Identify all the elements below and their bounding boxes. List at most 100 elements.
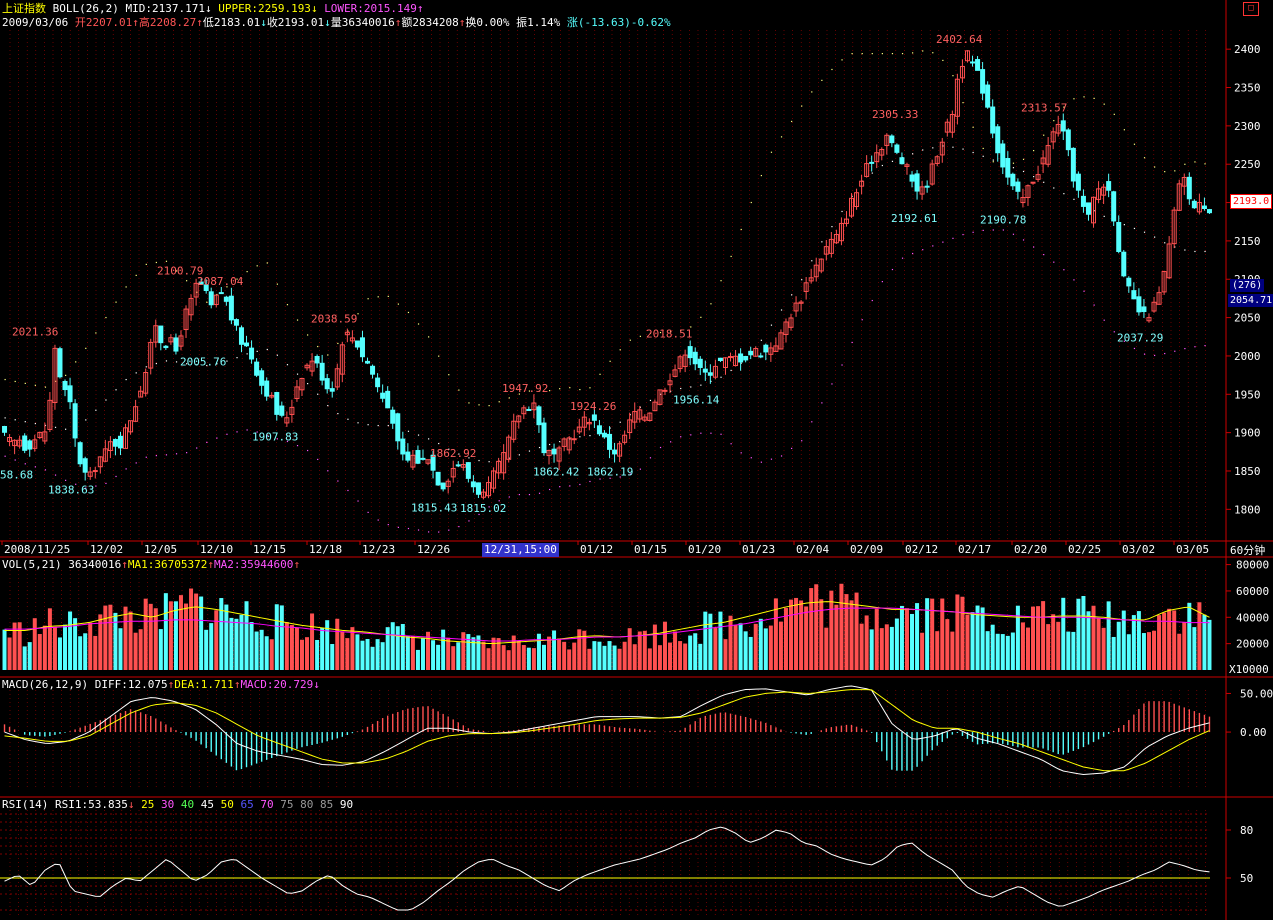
boll-lower-band-dot bbox=[428, 531, 430, 533]
volume-bar bbox=[153, 608, 158, 670]
boll-upper-band-dot bbox=[750, 201, 752, 204]
volume-bar bbox=[420, 637, 425, 670]
volume-bar bbox=[572, 642, 577, 670]
chart-canvas[interactable]: 1800185019001950200020502100215022002250… bbox=[0, 0, 1273, 920]
boll-mid-band-dot bbox=[700, 384, 702, 386]
price-annotation: 2021.36 bbox=[12, 326, 58, 339]
volume-bar bbox=[7, 637, 12, 670]
boll-mid-band-dot bbox=[105, 399, 107, 401]
volume-bar bbox=[1041, 601, 1046, 670]
time-tick-label: 02/12 bbox=[905, 543, 938, 556]
candle-down bbox=[980, 69, 986, 94]
volume-bar bbox=[844, 594, 849, 670]
boll-upper-band-dot bbox=[942, 59, 944, 62]
volume-bar bbox=[12, 622, 17, 670]
boll-upper-band-dot bbox=[901, 53, 904, 55]
price-annotation: 2192.61 bbox=[891, 212, 937, 225]
volume-bar bbox=[920, 632, 925, 670]
volume-bar bbox=[451, 646, 456, 670]
boll-mid-band-dot bbox=[357, 422, 359, 424]
volume-bar bbox=[526, 647, 531, 670]
boll-mid-band-dot bbox=[952, 146, 954, 148]
volume-bar bbox=[214, 610, 219, 670]
boll-lower-band-dot bbox=[387, 524, 389, 526]
boll-upper-band-dot bbox=[720, 280, 722, 282]
candle-down bbox=[717, 357, 723, 362]
volume-bar bbox=[143, 598, 148, 670]
boll-mid-band-dot bbox=[1143, 231, 1146, 233]
volume-bar bbox=[1076, 598, 1081, 670]
boll-upper-band-dot bbox=[508, 397, 510, 399]
boll-upper-band-dot bbox=[730, 255, 732, 258]
candle-down bbox=[758, 355, 764, 358]
time-tick-label: 12/02 bbox=[90, 543, 123, 556]
boll-upper-band-dot bbox=[1174, 170, 1176, 172]
boll-lower-band-dot bbox=[337, 480, 339, 482]
boll-upper-band-dot bbox=[1154, 166, 1156, 168]
price-annotation: 58.68 bbox=[0, 468, 33, 481]
rsi-line bbox=[4, 826, 1210, 911]
boll-upper-band-dot bbox=[438, 355, 440, 357]
rsi-level-25: 25 bbox=[134, 798, 155, 811]
volume-bar bbox=[894, 618, 899, 670]
time-tick-label: 12/10 bbox=[200, 543, 233, 556]
volume-bar bbox=[1051, 614, 1056, 670]
boll-mid-band-dot bbox=[932, 147, 934, 149]
boll-mid-band bbox=[4, 145, 1206, 463]
volume-bar bbox=[380, 642, 385, 670]
volume-bar bbox=[1152, 630, 1157, 670]
candle-down bbox=[995, 126, 1001, 154]
boll-mid-band-dot bbox=[690, 386, 692, 388]
volume-bar bbox=[602, 645, 607, 670]
price-annotation: 1924.26 bbox=[570, 400, 616, 413]
boll-upper-band-dot bbox=[34, 384, 36, 386]
boll-mid-band-dot bbox=[549, 443, 551, 446]
boll-upper-band-dot bbox=[1204, 163, 1206, 165]
period-label[interactable]: 60分钟 bbox=[1230, 544, 1265, 558]
volume-bar bbox=[219, 598, 224, 670]
boll-mid-band-dot bbox=[125, 378, 127, 381]
quote-high: 高2208.27 bbox=[138, 16, 197, 29]
boll-mid-band-dot bbox=[165, 360, 168, 362]
volume-bar bbox=[1167, 608, 1172, 670]
volume-bar bbox=[1146, 632, 1151, 670]
volume-bar bbox=[698, 643, 703, 670]
boll-lower-band-dot bbox=[1002, 229, 1004, 231]
boll-lower-band-dot bbox=[95, 485, 97, 487]
boll-upper-band-dot bbox=[982, 147, 984, 150]
volume-bar bbox=[1116, 621, 1121, 670]
volume-bar bbox=[632, 644, 637, 670]
boll-upper-band-dot bbox=[791, 120, 793, 123]
candle-down bbox=[22, 435, 28, 451]
boll-mid-band-dot bbox=[1022, 170, 1025, 173]
boll-mid-band-dot bbox=[34, 422, 36, 425]
volume-bar bbox=[224, 604, 229, 670]
boll-mid-band-dot bbox=[912, 153, 914, 155]
quote-close: 收2193.01 bbox=[266, 16, 325, 29]
volume-bar bbox=[395, 626, 400, 670]
boll-lower-band-dot bbox=[1093, 304, 1095, 306]
boll-lower-band-dot bbox=[24, 463, 26, 465]
restore-icon[interactable]: □ bbox=[1243, 2, 1259, 16]
volume-bar bbox=[1101, 627, 1106, 670]
boll-upper-band-dot bbox=[841, 59, 843, 61]
boll-upper-band-dot bbox=[206, 301, 208, 303]
price-tick-label: 1850 bbox=[1234, 465, 1261, 478]
volume-bar bbox=[350, 627, 355, 670]
candle-down bbox=[1015, 181, 1021, 192]
boll-upper-band-dot bbox=[1194, 161, 1196, 163]
volume-bar bbox=[1031, 606, 1036, 670]
candle-down bbox=[223, 296, 229, 302]
candle-down bbox=[607, 433, 613, 450]
volume-bar bbox=[768, 625, 773, 670]
volume-bar bbox=[1020, 622, 1025, 670]
candle-down bbox=[354, 340, 360, 348]
boll-upper-band-dot bbox=[145, 263, 147, 265]
boll-upper-band-dot bbox=[498, 401, 500, 403]
volume-bar bbox=[103, 605, 108, 670]
boll-upper-band-dot bbox=[962, 102, 964, 104]
boll-lower-band-dot bbox=[65, 479, 67, 481]
boll-mid-band-dot bbox=[972, 151, 974, 154]
boll-lower-band-dot bbox=[1022, 239, 1025, 241]
index-name[interactable]: 上证指数 bbox=[2, 2, 46, 15]
